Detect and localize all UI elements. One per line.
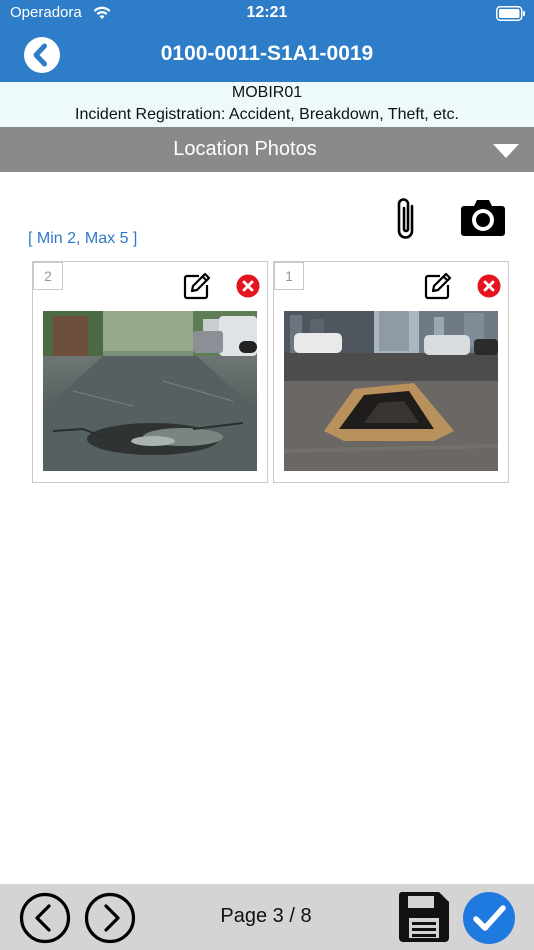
next-page-button[interactable] — [84, 892, 136, 944]
delete-icon — [236, 274, 260, 298]
form-info: MOBIR01 Incident Registration: Accident,… — [0, 82, 534, 127]
camera-icon — [461, 200, 505, 236]
section-header[interactable]: Location Photos — [0, 127, 534, 172]
photo-thumbnail[interactable] — [43, 311, 257, 471]
nav-bar: 0100-0011-S1A1-0019 — [0, 28, 534, 82]
battery-icon — [496, 6, 525, 21]
attach-file-button[interactable] — [390, 195, 424, 245]
form-description: Incident Registration: Accident, Breakdo… — [75, 106, 459, 123]
form-code: MOBIR01 — [231, 84, 303, 101]
delete-photo-button[interactable] — [236, 274, 260, 298]
page-indicator: Page 3 / 8 — [220, 905, 312, 927]
take-photo-button[interactable] — [460, 197, 506, 237]
paperclip-icon — [397, 198, 414, 239]
triangle-down-icon[interactable] — [492, 143, 520, 159]
chevron-left-circle-icon — [19, 892, 71, 944]
delete-icon — [477, 274, 501, 298]
chevron-right-circle-icon — [84, 892, 136, 944]
edit-photo-button[interactable] — [183, 272, 211, 300]
delete-photo-button[interactable] — [477, 274, 501, 298]
clock-time: 12:21 — [246, 4, 288, 21]
edit-photo-button[interactable] — [424, 272, 452, 300]
previous-page-button[interactable] — [19, 892, 71, 944]
photo-card[interactable]: 2 — [32, 261, 268, 483]
photo-index: 1 — [274, 262, 304, 290]
photo-index: 2 — [33, 262, 63, 290]
page-title: 0100-0011-S1A1-0019 — [160, 42, 374, 65]
section-title: Location Photos — [173, 138, 317, 160]
edit-icon — [424, 272, 452, 300]
photo-card[interactable]: 1 — [273, 261, 509, 483]
edit-icon — [183, 272, 211, 300]
confirm-button[interactable] — [462, 891, 516, 945]
photo-limits-label: [ Min 2, Max 5 ] — [28, 230, 138, 247]
floppy-disk-icon — [398, 892, 449, 942]
save-button[interactable] — [397, 890, 451, 944]
checkmark-circle-icon — [463, 892, 515, 944]
photo-thumbnail[interactable] — [284, 311, 498, 471]
bottom-toolbar: Page 3 / 8 — [0, 884, 534, 950]
status-bar: Operadora 12:21 — [0, 0, 534, 28]
